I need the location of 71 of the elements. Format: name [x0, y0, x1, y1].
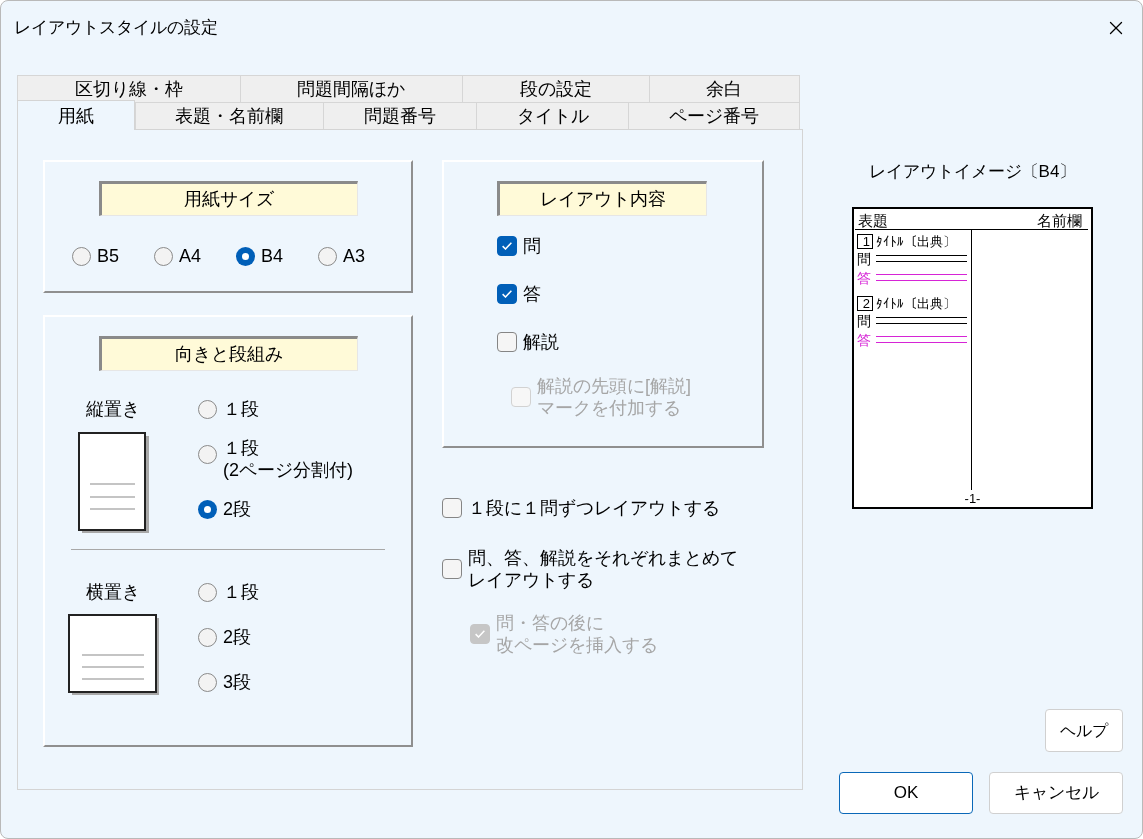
radio-label: (2ページ分割付) — [223, 459, 353, 481]
radio-label: １段 — [223, 581, 259, 603]
tab[interactable]: 余白 — [648, 75, 800, 102]
answer-label: 答 — [857, 331, 872, 348]
checkbox-label: 答 — [523, 283, 541, 305]
question-number: 1 — [857, 233, 873, 249]
checkbox-label: マークを付加する — [537, 397, 682, 419]
section-header: レイアウト内容 — [497, 181, 707, 216]
radio-button[interactable] — [198, 672, 217, 692]
page-number: -1- — [964, 491, 981, 506]
radio-label: A3 — [343, 245, 366, 267]
name-field-label: 名前欄 — [1037, 212, 1082, 229]
radio-button[interactable] — [198, 627, 217, 647]
orientation-label: 横置き — [86, 581, 140, 603]
radio-button[interactable] — [72, 246, 91, 266]
answer-label: 答 — [857, 269, 872, 286]
question-title: ﾀｲﾄﾙ〔出典〕 — [876, 233, 956, 249]
checkbox-label: 改ページを挿入する — [496, 634, 658, 656]
checkbox[interactable] — [497, 236, 517, 256]
radio-button[interactable] — [236, 246, 255, 266]
checkbox-label: １段に１問ずつレイアウトする — [468, 497, 720, 519]
question-label: 問 — [857, 250, 872, 267]
window-title: レイアウトスタイルの設定 — [14, 17, 218, 39]
section-header: 用紙サイズ — [98, 181, 358, 216]
radio-label: B4 — [261, 245, 284, 267]
preview-title: レイアウトイメージ〔B4〕 — [868, 161, 1077, 183]
radio-label: A4 — [179, 245, 202, 267]
ok-button[interactable]: OK — [839, 772, 973, 814]
radio-label: 2段 — [223, 498, 251, 520]
landscape-page-icon — [67, 614, 159, 695]
checkbox[interactable] — [497, 284, 517, 304]
checkmark-icon — [502, 242, 512, 250]
radio-button[interactable] — [154, 246, 173, 266]
question-number: 2 — [857, 295, 873, 311]
tab[interactable]: 表題・名前欄 — [134, 102, 324, 129]
radio-button[interactable] — [198, 499, 217, 519]
radio-label: 2段 — [223, 626, 251, 648]
checkbox-label: 問・答の後に — [496, 612, 605, 634]
tab[interactable]: 問題番号 — [323, 102, 476, 129]
tab[interactable]: 区切り線・枠 — [17, 75, 240, 102]
radio-button[interactable] — [198, 582, 217, 602]
checkbox-label: レイアウトする — [468, 569, 595, 591]
checkbox[interactable] — [497, 332, 517, 352]
checkbox[interactable] — [442, 559, 462, 579]
tab[interactable]: 段の設定 — [462, 75, 649, 102]
orientation-label: 縦置き — [86, 398, 140, 420]
checkbox-label: 問、答、解説をそれぞれまとめて — [468, 547, 738, 569]
radio-label: １段 — [223, 437, 260, 459]
radio-button[interactable] — [318, 246, 337, 266]
radio-button[interactable] — [198, 445, 217, 464]
checkbox-label: 問 — [523, 235, 541, 257]
portrait-page-icon — [77, 432, 149, 533]
checkmark-icon — [502, 290, 512, 298]
radio-label: 3段 — [223, 671, 251, 693]
heading-label: 表題 — [858, 212, 888, 229]
tab[interactable]: ページ番号 — [628, 102, 800, 129]
section-header: 向きと段組み — [98, 336, 358, 371]
question-label: 問 — [857, 312, 872, 329]
question-title: ﾀｲﾄﾙ〔出典〕 — [876, 295, 956, 311]
checkbox-label: 解説の先頭に[解説] — [537, 375, 691, 397]
checkbox[interactable] — [442, 498, 462, 518]
radio-label: B5 — [97, 245, 120, 267]
tab[interactable]: 用紙 — [17, 100, 135, 130]
checkmark-icon — [475, 630, 485, 638]
cancel-button[interactable]: キャンセル — [989, 772, 1123, 814]
checkbox-label: 解説 — [523, 331, 559, 353]
tab[interactable]: 問題間隔ほか — [239, 75, 462, 102]
radio-button[interactable] — [198, 399, 217, 419]
tab[interactable]: タイトル — [475, 102, 629, 129]
radio-label: １段 — [223, 398, 259, 420]
help-button[interactable]: ヘルプ — [1045, 709, 1123, 752]
